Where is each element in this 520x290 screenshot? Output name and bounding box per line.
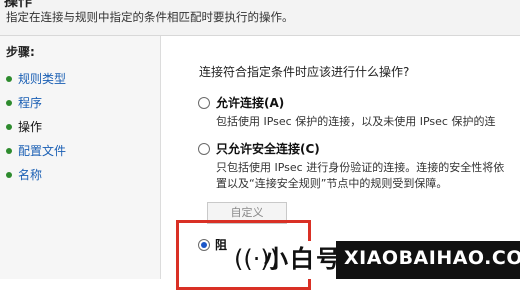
- allow-connection-label[interactable]: 允许连接(A): [216, 94, 284, 111]
- step-label: 配置文件: [18, 144, 67, 158]
- step-label: 名称: [18, 168, 43, 182]
- allow-connection-description: 包括使用 IPsec 保护的连接，以及未使用 IPsec 保护的连: [216, 115, 496, 128]
- step-label: 规则类型: [18, 72, 67, 86]
- watermark-en-text: XIAOBAIHAO.COM: [344, 247, 520, 269]
- step-bullet-icon: [6, 75, 12, 82]
- step-profile[interactable]: 配置文件: [6, 142, 66, 159]
- step-bullet-icon: [6, 99, 12, 106]
- step-action[interactable]: 操作: [6, 118, 42, 135]
- step-bullet-icon: [6, 147, 12, 154]
- watermark-cn-text: 小白号: [264, 245, 342, 273]
- step-name[interactable]: 名称: [6, 166, 42, 183]
- allow-secure-label[interactable]: 只允许安全连接(C): [216, 140, 320, 157]
- watermark-banner: ((·)) 小白号 XIAOBAIHAO.COM: [232, 241, 520, 279]
- action-question: 连接符合指定条件时应该进行什么操作?: [199, 65, 410, 79]
- block-connection-label[interactable]: 阻: [215, 236, 227, 253]
- allow-connection-radio[interactable]: [198, 97, 210, 109]
- steps-panel: 步骤: 规则类型 程序 操作 配置文件 名称: [0, 36, 161, 279]
- block-connection-radio[interactable]: [198, 239, 210, 251]
- step-bullet-icon: [6, 123, 12, 130]
- allow-secure-description-line2: 置以及“连接安全规则”节点中的规则受到保障。: [216, 177, 448, 190]
- page-description: 指定在连接与规则中指定的条件相匹配时要执行的操作。: [6, 10, 294, 24]
- step-bullet-icon: [6, 171, 12, 178]
- step-label: 程序: [18, 96, 43, 110]
- step-rule-type[interactable]: 规则类型: [6, 70, 66, 87]
- allow-secure-radio[interactable]: [198, 143, 210, 155]
- step-label: 操作: [18, 120, 43, 134]
- step-program[interactable]: 程序: [6, 94, 42, 111]
- steps-title: 步骤:: [6, 45, 35, 59]
- watermark-en-box: XIAOBAIHAO.COM: [336, 241, 520, 279]
- allow-secure-description-line1: 只包括使用 IPsec 进行身份验证的连接。连接的安全性将依: [216, 161, 505, 174]
- wizard-header: 操作 指定在连接与规则中指定的条件相匹配时要执行的操作。: [0, 0, 520, 36]
